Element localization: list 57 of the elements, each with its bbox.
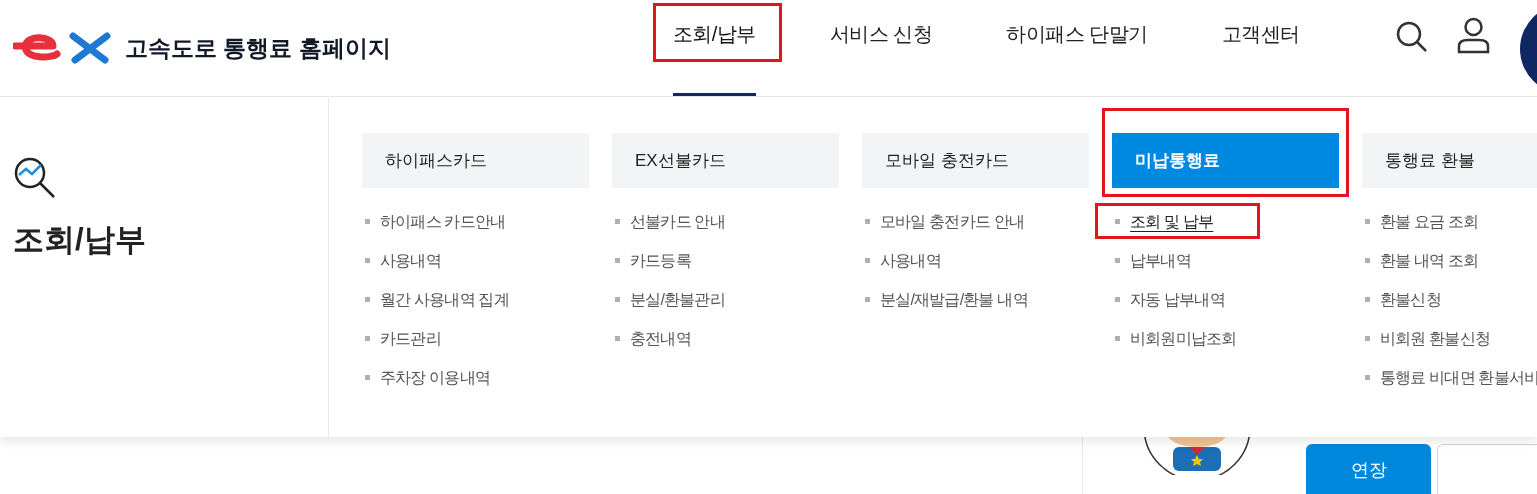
bullet-icon [1115, 297, 1120, 302]
menu-link[interactable]: 충전내역 [630, 326, 691, 351]
menu-link[interactable]: 주차장 이용내역 [380, 365, 491, 390]
bullet-icon [865, 297, 870, 302]
menu-title: 조회/납부 [13, 221, 147, 259]
bullet-icon [1115, 336, 1120, 341]
bullet-icon [365, 258, 370, 263]
extend-button[interactable]: 연장 [1306, 444, 1431, 494]
bullet-icon [365, 336, 370, 341]
bullet-icon [615, 297, 620, 302]
bullet-icon [865, 219, 870, 224]
menu-link[interactable]: 사용내역 [380, 248, 441, 273]
menu-link[interactable]: 분실/환불관리 [630, 287, 725, 312]
site-title[interactable]: 고속도로 통행료 홈페이지 [125, 30, 391, 66]
menu-link[interactable]: 카드관리 [380, 326, 441, 351]
menu-link[interactable]: 비회원 환불신청 [1380, 326, 1491, 351]
nav-item[interactable]: 하이패스 단말기 [1006, 0, 1148, 96]
menu-category[interactable]: EX선불카드 [612, 133, 839, 188]
menu-link[interactable]: 사용내역 [880, 248, 941, 273]
menu-link[interactable]: 자동 납부내역 [1130, 287, 1225, 312]
menu-link[interactable]: 환불신청 [1380, 287, 1441, 312]
menu-category[interactable]: 모바일 충전카드 [862, 133, 1089, 188]
bullet-icon [365, 297, 370, 302]
nav-item[interactable]: 서비스 신청 [829, 0, 933, 96]
menu-link[interactable]: 통행료 비대면 환불서비 [1380, 365, 1537, 390]
bullet-icon [615, 219, 620, 224]
bullet-icon [1365, 297, 1370, 302]
menu-link[interactable]: 분실/재발급/환불 내역 [880, 287, 1028, 312]
menu-link[interactable]: 환불 내역 조회 [1380, 248, 1479, 273]
bullet-icon [1115, 219, 1120, 224]
nav-item[interactable]: 고객센터 [1221, 0, 1300, 96]
search-chart-icon [13, 156, 56, 199]
menu-link[interactable]: 환불 요금 조회 [1380, 209, 1479, 234]
logo-icon[interactable] [13, 32, 113, 64]
menu-link[interactable]: 월간 사용내역 집계 [380, 287, 509, 312]
bullet-icon [615, 336, 620, 341]
menu-category[interactable]: 통행료 환불 [1362, 133, 1537, 188]
bullet-icon [1365, 336, 1370, 341]
bullet-icon [615, 258, 620, 263]
bullet-icon [1365, 375, 1370, 380]
menu-link[interactable]: 조회 및 납부 [1130, 209, 1214, 234]
menu-link[interactable]: 모바일 충전카드 안내 [880, 209, 1025, 234]
menu-link[interactable]: 선불카드 안내 [630, 209, 725, 234]
bullet-icon [365, 219, 370, 224]
menu-link[interactable]: 하이패스 카드안내 [380, 209, 506, 234]
bullet-icon [1115, 258, 1120, 263]
bullet-icon [365, 375, 370, 380]
bullet-icon [865, 258, 870, 263]
menu-link[interactable]: 비회원미납조회 [1130, 326, 1237, 351]
menu-category[interactable]: 하이패스카드 [362, 133, 589, 188]
menu-category[interactable]: 미납통행료 [1112, 133, 1339, 188]
menu-link[interactable]: 카드등록 [630, 248, 691, 273]
user-icon[interactable] [1456, 17, 1491, 54]
search-icon[interactable] [1395, 20, 1428, 53]
bullet-icon [1365, 258, 1370, 263]
menu-link[interactable]: 납부내역 [1130, 248, 1191, 273]
bullet-icon [1365, 219, 1370, 224]
